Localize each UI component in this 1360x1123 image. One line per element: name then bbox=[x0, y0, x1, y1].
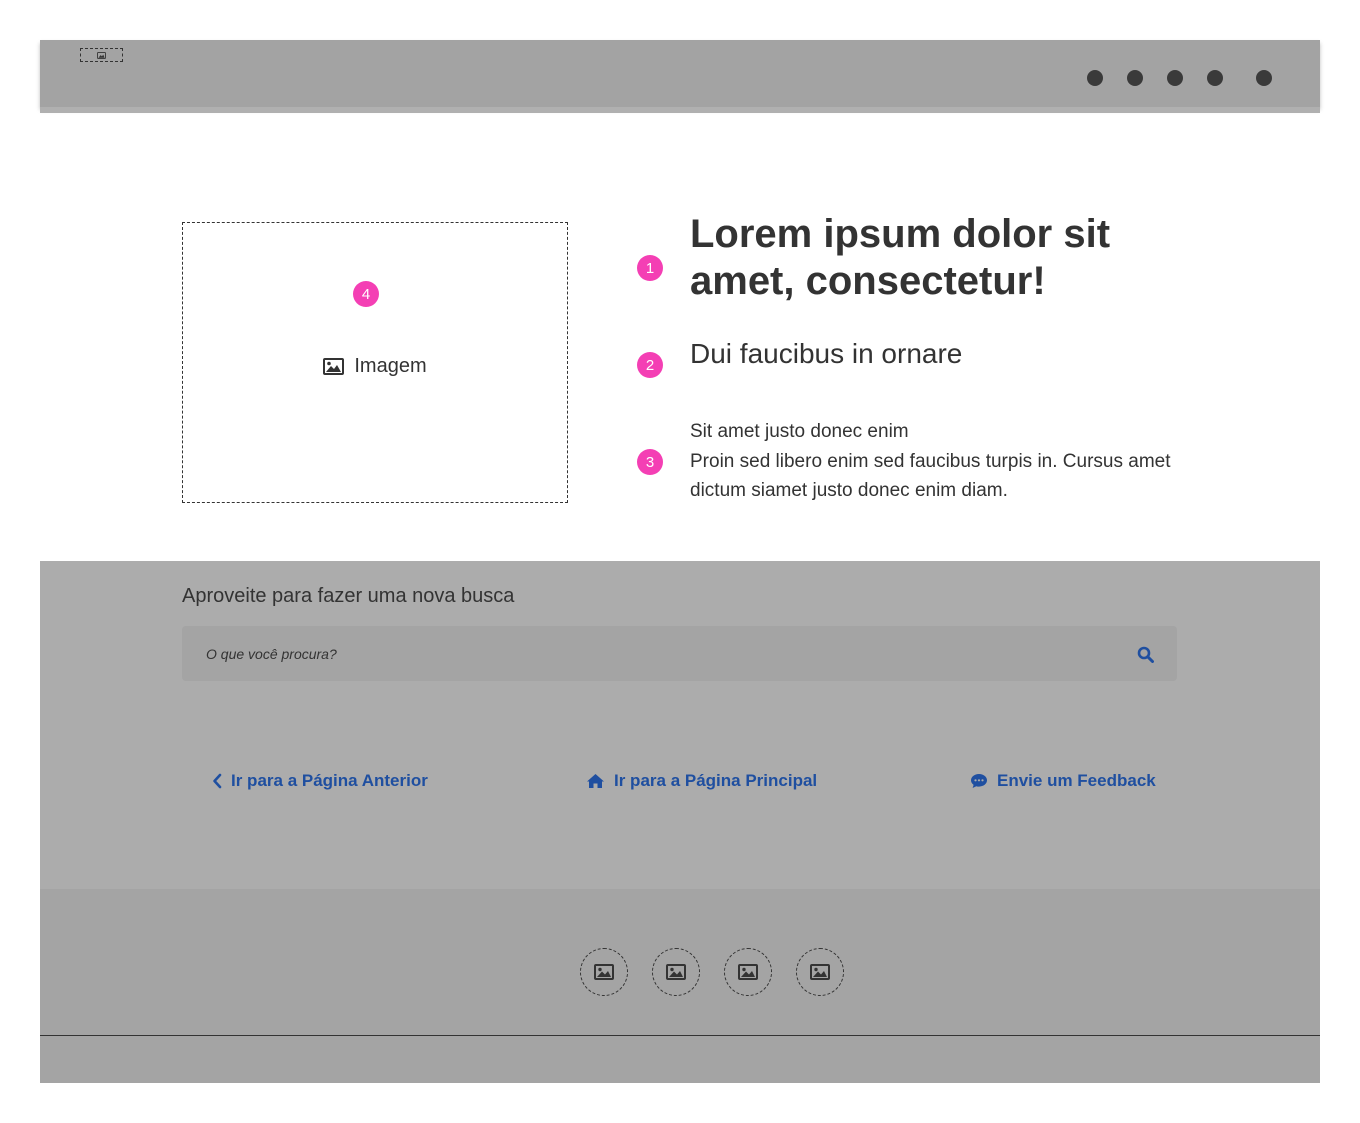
navigation-links: Ir para a Página Anterior Ir para a Pági… bbox=[40, 771, 1320, 795]
annotation-marker-image: 4 bbox=[353, 281, 379, 307]
footer bbox=[40, 889, 1320, 1035]
feedback-link-label: Envie um Feedback bbox=[997, 771, 1156, 790]
image-label: Imagem bbox=[183, 355, 567, 378]
hero-title: Lorem ipsum dolor sit amet, consectetur! bbox=[690, 212, 1111, 303]
search-button[interactable] bbox=[1134, 643, 1156, 665]
nav-item-2[interactable] bbox=[1127, 70, 1143, 86]
header-bottom-strip bbox=[40, 107, 1320, 113]
social-link-3[interactable] bbox=[724, 948, 772, 996]
annotation-marker-title: 1 bbox=[637, 255, 663, 281]
home-page-link[interactable]: Ir para a Página Principal bbox=[586, 771, 817, 791]
annotation-marker-body: 3 bbox=[637, 449, 663, 475]
image-icon bbox=[666, 964, 686, 980]
chevron-left-icon bbox=[213, 773, 222, 789]
hero-image-placeholder: 4 Imagem bbox=[182, 222, 568, 503]
annotation-marker-subtitle: 2 bbox=[637, 352, 663, 378]
hero-subtitle: Dui faucibus in ornare bbox=[690, 338, 963, 369]
search-icon bbox=[1137, 646, 1154, 663]
nav-item-1[interactable] bbox=[1087, 70, 1103, 86]
feedback-link[interactable]: Envie um Feedback bbox=[970, 771, 1156, 791]
hero-body-line-2: Proin sed libero enim sed faucibus turpi… bbox=[690, 450, 1171, 502]
previous-page-link-label: Ir para a Página Anterior bbox=[231, 771, 428, 790]
footer-bottom-bar bbox=[40, 1035, 1320, 1083]
search-title: Aproveite para fazer uma nova busca bbox=[182, 585, 515, 607]
social-link-2[interactable] bbox=[652, 948, 700, 996]
nav-item-3[interactable] bbox=[1167, 70, 1183, 86]
social-icons bbox=[40, 948, 1320, 996]
social-link-4[interactable] bbox=[796, 948, 844, 996]
image-icon bbox=[97, 51, 106, 59]
image-icon bbox=[738, 964, 758, 980]
header-nav bbox=[40, 70, 1320, 86]
image-label-text: Imagem bbox=[354, 355, 427, 377]
logo[interactable] bbox=[80, 48, 123, 62]
header bbox=[40, 40, 1320, 107]
home-page-link-label: Ir para a Página Principal bbox=[614, 771, 818, 790]
image-icon bbox=[594, 964, 614, 980]
nav-item-4[interactable] bbox=[1207, 70, 1223, 86]
home-icon bbox=[587, 774, 604, 788]
hero-body: Sit amet justo donec enim Proin sed libe… bbox=[690, 417, 1190, 506]
hero-body-line-1: Sit amet justo donec enim bbox=[690, 421, 909, 442]
search-section: Aproveite para fazer uma nova busca Ir p… bbox=[40, 561, 1320, 889]
nav-item-5[interactable] bbox=[1256, 70, 1272, 86]
previous-page-link[interactable]: Ir para a Página Anterior bbox=[212, 771, 428, 791]
search-input[interactable] bbox=[182, 626, 1112, 681]
search-bar bbox=[182, 626, 1177, 681]
image-icon bbox=[323, 358, 345, 375]
chat-bubble-icon bbox=[971, 774, 987, 788]
social-link-1[interactable] bbox=[580, 948, 628, 996]
image-icon bbox=[810, 964, 830, 980]
